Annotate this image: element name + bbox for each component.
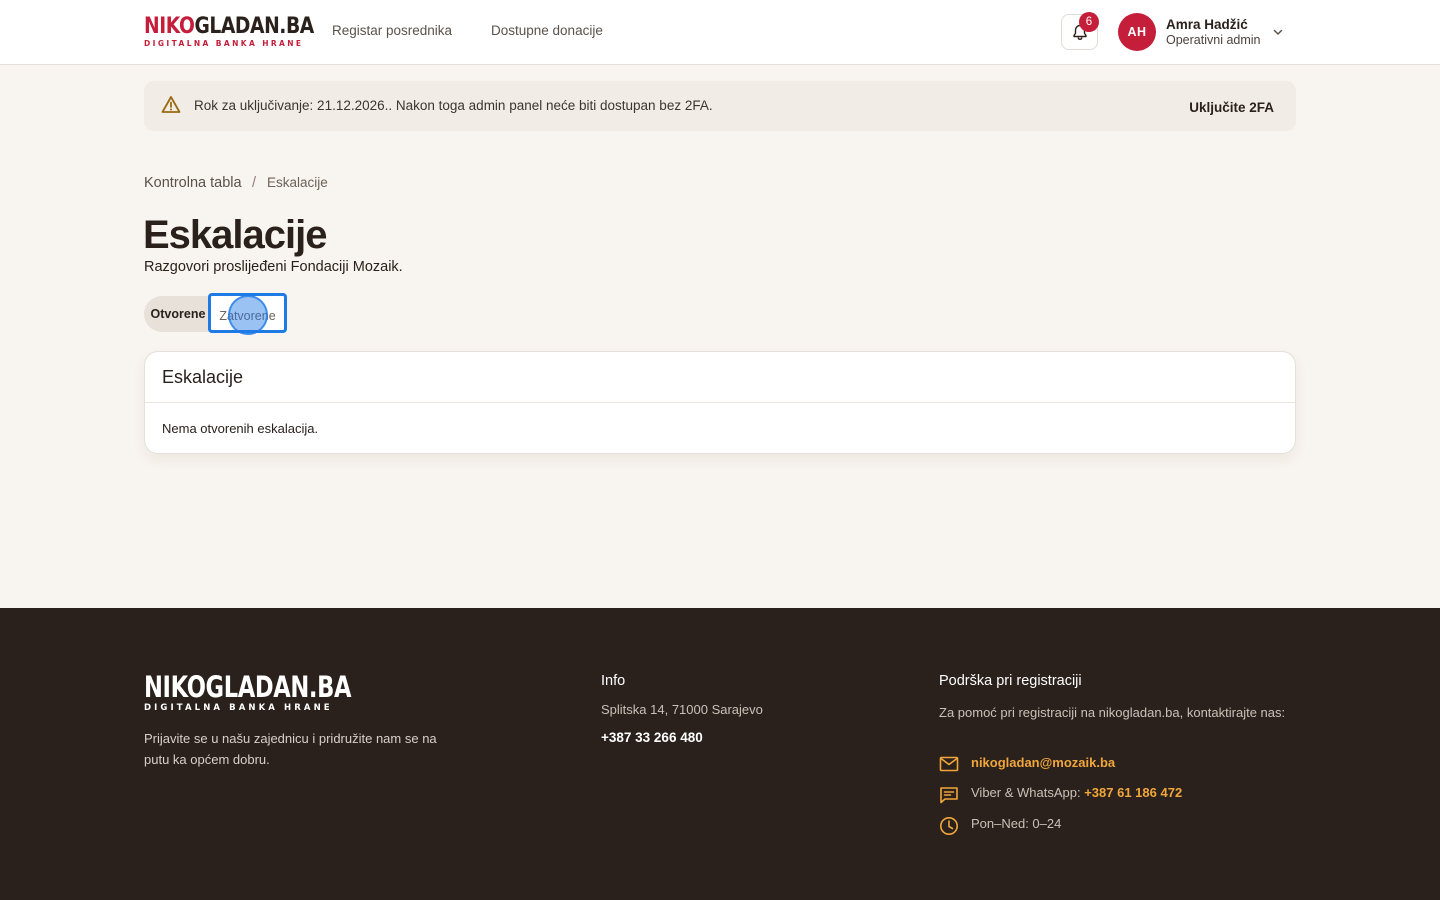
- chat-icon: [940, 787, 958, 804]
- card-title: Eskalacije: [162, 367, 244, 387]
- clock-icon: [940, 817, 958, 835]
- nav-registar-posrednika[interactable]: Registar posrednika: [332, 23, 452, 38]
- twofa-warning-banner: Rok za uključivanje: 21.12.2026.. Nakon …: [144, 81, 1296, 131]
- support-email-link[interactable]: nikogladan@mozaik.ba: [971, 755, 1115, 770]
- footer-logo[interactable]: NIKOGLADAN.BA DIGITALNA BANKA HRANE: [144, 672, 409, 713]
- page-subtitle: Razgovori proslijeđeni Fondaciji Mozaik.: [144, 259, 403, 275]
- site-logo[interactable]: NIKOGLADAN.BA DIGITALNA BANKA HRANE: [144, 14, 314, 49]
- escalations-card: Eskalacije Nema otvorenih eskalacija.: [144, 351, 1296, 454]
- breadcrumb-separator: /: [252, 175, 257, 191]
- page-title: Eskalacije: [143, 213, 327, 257]
- avatar[interactable]: AH: [1118, 13, 1156, 51]
- tab-otvorene[interactable]: Otvorene: [144, 296, 212, 332]
- breadcrumb-current: Eskalacije: [267, 175, 328, 190]
- notification-count-badge: 6: [1079, 12, 1099, 32]
- empty-state-message: Nema otvorenih eskalacija.: [162, 421, 319, 436]
- top-header: NIKOGLADAN.BA DIGITALNA BANKA HRANE Regi…: [0, 0, 1440, 65]
- footer-support-heading: Podrška pri registraciji: [939, 673, 1082, 689]
- warning-icon: [161, 96, 181, 113]
- footer-email-row: nikogladan@mozaik.ba: [971, 755, 1115, 770]
- footer-logo-tagline: DIGITALNA BANKA HRANE: [144, 703, 333, 713]
- footer-hours: Pon–Ned: 0–24: [971, 816, 1062, 831]
- click-indicator: [228, 295, 268, 335]
- footer-viber-row: Viber & WhatsApp: +387 61 186 472: [971, 785, 1182, 800]
- logo-tagline: DIGITALNA BANKA HRANE: [144, 39, 304, 48]
- footer-phone[interactable]: +387 33 266 480: [601, 730, 703, 745]
- footer-logo-wordmark: NIKOGLADAN.BA: [144, 670, 352, 704]
- footer-support-text: Za pomoć pri registraciji na nikogladan.…: [939, 705, 1286, 720]
- footer-info-heading: Info: [601, 673, 626, 689]
- user-name[interactable]: Amra Hadžić: [1166, 17, 1248, 32]
- logo-wordmark: NIKOGLADAN.BA: [144, 14, 314, 39]
- viber-number-link[interactable]: +387 61 186 472: [1084, 785, 1182, 800]
- chevron-down-icon[interactable]: [1272, 26, 1284, 38]
- enable-2fa-link[interactable]: Uključite 2FA: [1189, 100, 1274, 115]
- viber-label: Viber & WhatsApp:: [971, 785, 1081, 800]
- mail-icon: [939, 756, 959, 772]
- footer-description: Prijavite se u našu zajednicu i pridruži…: [144, 731, 437, 767]
- footer-address: Splitska 14, 71000 Sarajevo: [601, 702, 763, 717]
- breadcrumb-home[interactable]: Kontrolna tabla: [144, 175, 242, 191]
- user-role: Operativni admin: [1166, 33, 1261, 47]
- banner-message: Rok za uključivanje: 21.12.2026.. Nakon …: [194, 98, 713, 113]
- site-footer: NIKOGLADAN.BA DIGITALNA BANKA HRANE Prij…: [0, 608, 1440, 900]
- card-divider: [145, 402, 1295, 403]
- nav-dostupne-donacije[interactable]: Dostupne donacije: [491, 23, 603, 38]
